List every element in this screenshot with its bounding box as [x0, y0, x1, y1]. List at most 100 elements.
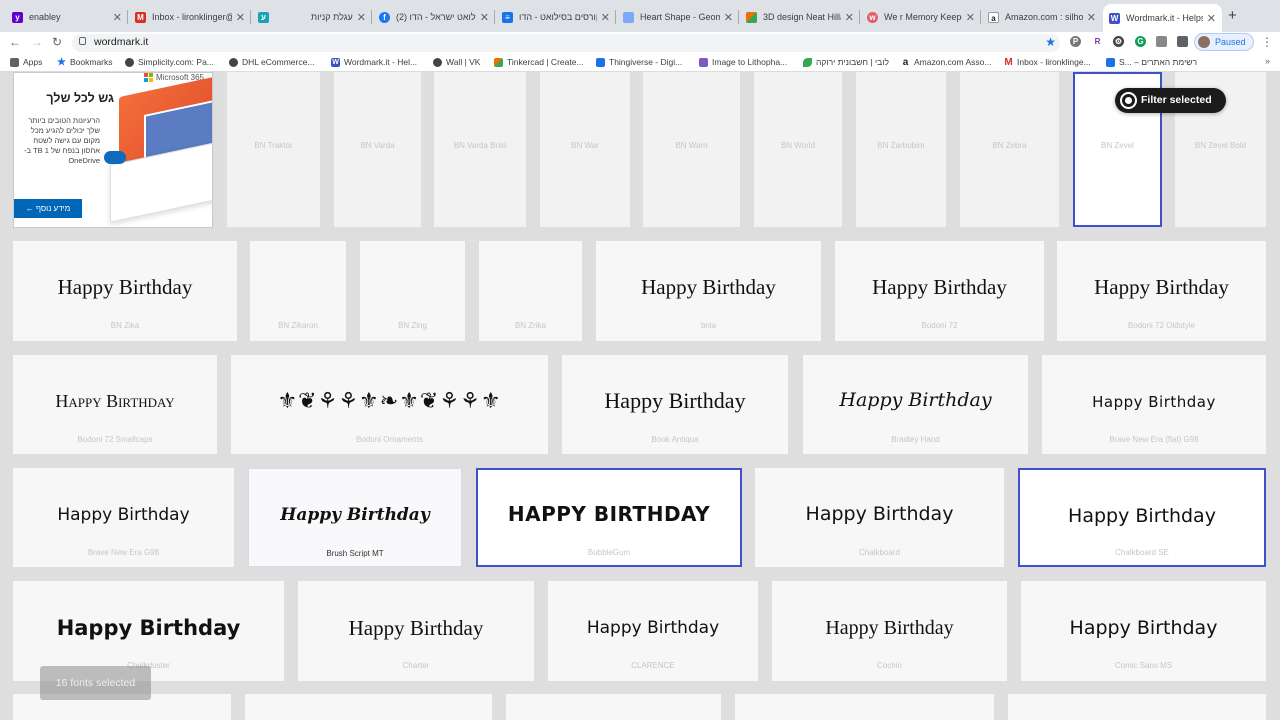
star-icon: ★ — [57, 56, 66, 68]
close-icon[interactable]: ✕ — [480, 11, 489, 24]
font-card[interactable] — [1008, 694, 1266, 720]
tab-we-r-memory-keepers[interactable]: w We r Memory Keeper ✕ — [861, 4, 981, 30]
reload-icon[interactable]: ↻ — [52, 35, 62, 49]
font-card[interactable]: Happy Birthday Comic Sans MS — [1021, 581, 1266, 681]
docs-icon — [1106, 57, 1115, 67]
font-card[interactable] — [735, 694, 994, 720]
bookmark-star-icon[interactable]: ★ — [1045, 35, 1056, 49]
close-icon[interactable]: ✕ — [724, 11, 733, 24]
bookmark-tinkercad[interactable]: Tinkercad | Create... — [494, 57, 584, 67]
onedrive-cloud-icon — [104, 151, 126, 164]
font-card[interactable]: BN Varda — [334, 72, 421, 227]
url-text[interactable]: wordmark.it — [94, 36, 148, 48]
font-card[interactable]: Happy Birthday Bodoni 72 Oldstyle — [1057, 241, 1266, 341]
bookmark-site-list[interactable]: S... – רשימת האתרים — [1106, 57, 1197, 67]
close-icon[interactable]: ✕ — [1207, 12, 1216, 25]
bookmark-vk[interactable]: Wall | VK — [433, 57, 480, 67]
font-card[interactable]: Happy Birthday Cochin — [772, 581, 1007, 681]
tab-gmail-inbox[interactable]: M Inbox - lironklinger@ ✕ — [129, 4, 251, 30]
r-extension-icon[interactable]: R — [1092, 36, 1103, 47]
microsoft-365-ad[interactable]: Microsoft 365 גש לכל שלך הרעיונות הטובים… — [13, 72, 213, 228]
forward-arrow-icon[interactable]: → — [31, 35, 43, 49]
font-card[interactable] — [506, 694, 721, 720]
font-card[interactable]: BN Warn — [643, 72, 740, 227]
font-card[interactable]: BN World — [754, 72, 842, 227]
more-menu-icon[interactable]: ⋮ — [1261, 35, 1273, 49]
tab-amazon[interactable]: a Amazon.com : silhou ✕ — [982, 4, 1102, 30]
close-icon[interactable]: ✕ — [966, 11, 975, 24]
new-tab-icon[interactable]: + — [1228, 7, 1237, 24]
wermk-icon: w — [867, 11, 878, 23]
globe-icon — [433, 57, 442, 67]
font-card[interactable]: Happy Birthday BN Zika — [13, 241, 237, 341]
font-card[interactable]: Happy Birthday Bodoni 72 — [835, 241, 1044, 341]
docs-icon: ≡ — [502, 11, 513, 23]
target-icon — [1120, 92, 1137, 109]
amazon-icon: a — [902, 56, 909, 68]
bookmark-apps[interactable]: Apps — [10, 57, 42, 67]
font-card-selected[interactable]: HAPPY BIRTHDAY BubbleGum — [476, 468, 742, 567]
tab-courses[interactable]: ≡ קורסים בסילואט - הדו ✕ — [496, 4, 616, 30]
tab-shopping-cart[interactable]: ע עגלת קניות ✕ — [252, 4, 372, 30]
bookmark-simplicity[interactable]: Simplicity.com: Pa... — [125, 57, 214, 67]
font-card-hovered[interactable]: Happy Birthday Brush Script MT — [248, 468, 462, 567]
bookmark-lithophane[interactable]: Image to Lithopha... — [699, 57, 787, 67]
tab-enabley[interactable]: y enabley ✕ — [6, 4, 128, 30]
font-card[interactable] — [245, 694, 492, 720]
font-card[interactable]: Happy Birthday Bodoni 72 Smallcaps — [13, 355, 217, 454]
font-card[interactable]: Happy Birthday Chalkboard — [755, 468, 1004, 567]
close-icon[interactable]: ✕ — [601, 11, 610, 24]
bookmarks-bar: Apps ★ Bookmarks Simplicity.com: Pa... DH… — [0, 54, 1280, 72]
address-bar[interactable]: wordmark.it ★ — [72, 34, 1060, 52]
font-card[interactable]: Happy Birthday bnia — [596, 241, 821, 341]
back-arrow-icon[interactable]: ← — [9, 35, 21, 49]
close-icon[interactable]: ✕ — [113, 11, 122, 24]
close-icon[interactable]: ✕ — [845, 11, 854, 24]
font-card[interactable]: BN Zing — [360, 241, 465, 341]
learn-more-button[interactable]: מידע נוסף ← — [14, 199, 82, 218]
screen-extension-icon[interactable] — [1156, 36, 1167, 47]
profile-button[interactable]: Paused — [1194, 33, 1254, 51]
grammarly-extension-icon[interactable]: G — [1135, 36, 1146, 47]
gmail-icon: M — [1004, 56, 1013, 68]
bookmark-wordmark[interactable]: W Wordmark.it - Hel... — [331, 57, 417, 67]
bookmark-bookmarks[interactable]: ★ Bookmarks — [57, 57, 113, 67]
close-icon[interactable]: ✕ — [236, 11, 245, 24]
font-card[interactable]: Happy Birthday Book Antiqua — [562, 355, 788, 454]
tab-wordmark-active[interactable]: W Wordmark.it - Helps ✕ — [1103, 4, 1222, 32]
bookmark-thingiverse[interactable]: Thingiverse - Digi... — [596, 57, 682, 67]
font-card-selected[interactable]: Happy Birthday Chalkboard SE — [1018, 468, 1266, 567]
font-card[interactable]: BN Traktor — [227, 72, 320, 227]
bookmark-green-invoice[interactable]: לובי | חשבונית ירוקה — [803, 57, 889, 67]
lock-icon — [79, 37, 86, 45]
tab-heart-shape[interactable]: Heart Shape - Geome ✕ — [617, 4, 739, 30]
bookmarks-overflow-icon[interactable]: » — [1265, 56, 1270, 66]
font-card[interactable]: ⚜❦⚘⚘⚜❧⚜❦⚘⚘⚜ Bodoni Ornaments — [231, 355, 548, 454]
font-card[interactable]: Happy Birthday Brave New Era G98 — [13, 468, 234, 567]
bookmark-amazon-associates[interactable]: a Amazon.com Asso... — [901, 56, 992, 68]
font-card[interactable]: BN Varda Bold — [434, 72, 526, 227]
font-card[interactable]: BN War — [540, 72, 630, 227]
font-card[interactable]: BN Zikaron — [250, 241, 346, 341]
font-card[interactable]: Happy Birthday Brave New Era (flat) G98 — [1042, 355, 1266, 454]
wordmark-icon: W — [1109, 12, 1120, 24]
pinterest-extension-icon[interactable]: P — [1070, 36, 1081, 47]
font-card[interactable]: Happy Birthday Charter — [298, 581, 534, 681]
filter-selected-button[interactable]: Filter selected — [1115, 88, 1226, 113]
wordmark-icon: W — [331, 57, 340, 67]
close-icon[interactable]: ✕ — [1087, 11, 1096, 24]
font-card[interactable]: BN Zrika — [479, 241, 582, 341]
font-card[interactable]: BN Zarbobim — [856, 72, 946, 227]
bookmark-gmail[interactable]: M Inbox - lironklinge... — [1004, 56, 1090, 68]
font-card[interactable]: Happy Birthday CLARENCE — [548, 581, 758, 681]
cube-icon — [699, 57, 708, 67]
font-card[interactable]: Happy Birthday Bradley Hand — [803, 355, 1028, 454]
tab-3d-design[interactable]: 3D design Neat Hillar ✕ — [740, 4, 860, 30]
font-card[interactable]: BN Zebra — [960, 72, 1059, 227]
close-icon[interactable]: ✕ — [357, 11, 366, 24]
bookmark-dhl[interactable]: DHL eCommerce... — [229, 57, 314, 67]
puzzle-extensions-icon[interactable] — [1177, 36, 1188, 47]
extension-icon[interactable]: ⚙ — [1113, 36, 1124, 47]
tab-facebook-silhouette[interactable]: f (2) סילואט ישראל - הדו ✕ — [373, 4, 495, 30]
yahoo-icon: y — [12, 11, 23, 23]
